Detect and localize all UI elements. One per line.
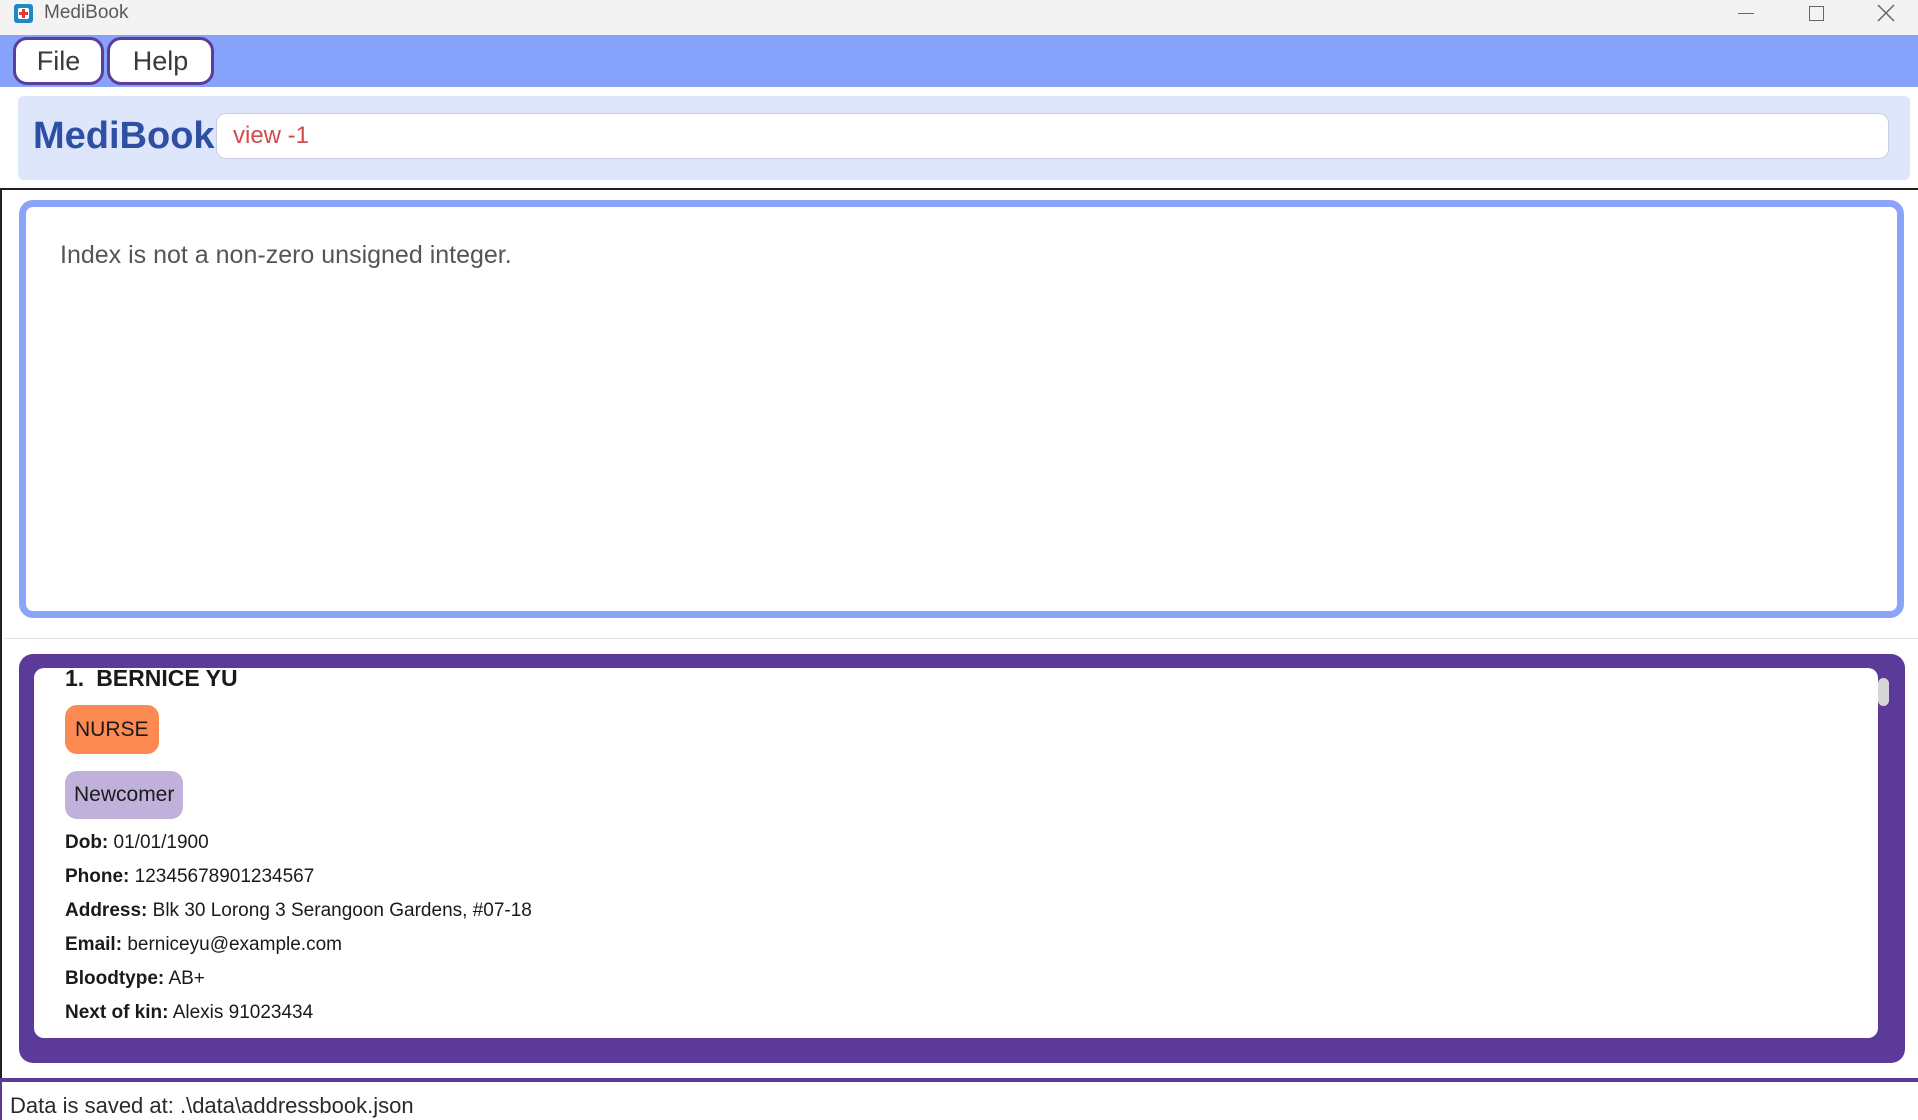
dob-field: Dob: 01/01/1900 [65, 832, 209, 854]
left-border [0, 190, 2, 1078]
command-area: MediBook view -1 [0, 87, 1918, 190]
person-list-panel: 1. BERNICE YU NURSE Newcomer Dob: 01/01/1… [19, 654, 1905, 1063]
minimize-icon [1738, 12, 1754, 14]
bloodtype-value: AB+ [168, 968, 205, 989]
phone-field: Phone: 12345678901234567 [65, 866, 314, 888]
address-field: Address: Blk 30 Lorong 3 Serangoon Garde… [65, 900, 532, 922]
menu-bar: File Help [0, 35, 1918, 87]
person-index: 1. [65, 668, 85, 691]
phone-value: 12345678901234567 [134, 866, 315, 887]
email-value: berniceyu@example.com [127, 934, 342, 955]
email-label: Email: [65, 934, 123, 955]
status-bar: Data is saved at: .\data\addressbook.jso… [0, 1082, 1918, 1120]
window-title: MediBook [44, 2, 129, 23]
file-menu-button[interactable]: File [13, 37, 104, 85]
result-message: Index is not a non-zero unsigned integer… [60, 241, 512, 269]
title-bar: MediBook [0, 0, 1918, 35]
status-tag: Newcomer [65, 771, 184, 819]
next-of-kin-field: Next of kin: Alexis 91023434 [65, 1002, 313, 1024]
command-input[interactable]: view -1 [216, 113, 1889, 159]
address-value: Blk 30 Lorong 3 Serangoon Gardens, #07-1… [152, 900, 532, 921]
bloodtype-field: Bloodtype: AB+ [65, 968, 205, 990]
help-menu-button[interactable]: Help [107, 37, 214, 85]
email-field: Email: berniceyu@example.com [65, 934, 342, 956]
save-location-text: Data is saved at: .\data\addressbook.jso… [10, 1093, 414, 1118]
maximize-icon [1808, 5, 1824, 21]
person-name-line: 1. BERNICE YU [65, 668, 238, 692]
address-label: Address: [65, 900, 148, 921]
person-list[interactable]: 1. BERNICE YU NURSE Newcomer Dob: 01/01/1… [34, 668, 1878, 1038]
app-brand: MediBook [33, 115, 215, 157]
close-icon [1877, 4, 1895, 22]
next-of-kin-label: Next of kin: [65, 1002, 169, 1023]
result-display: Index is not a non-zero unsigned integer… [19, 200, 1904, 618]
person-name: BERNICE YU [96, 668, 238, 691]
minimize-button[interactable] [1711, 0, 1781, 26]
bloodtype-label: Bloodtype: [65, 968, 165, 989]
role-tag: NURSE [65, 705, 159, 754]
phone-label: Phone: [65, 866, 130, 887]
list-scrollbar[interactable] [1878, 678, 1889, 706]
dob-label: Dob: [65, 832, 109, 853]
close-button[interactable] [1851, 0, 1918, 26]
medibook-app-icon [14, 4, 33, 23]
command-box: MediBook view -1 [18, 96, 1910, 180]
maximize-button[interactable] [1781, 0, 1851, 26]
dob-value: 01/01/1900 [113, 832, 209, 853]
next-of-kin-value: Alexis 91023434 [172, 1002, 314, 1023]
divider [4, 638, 1918, 639]
